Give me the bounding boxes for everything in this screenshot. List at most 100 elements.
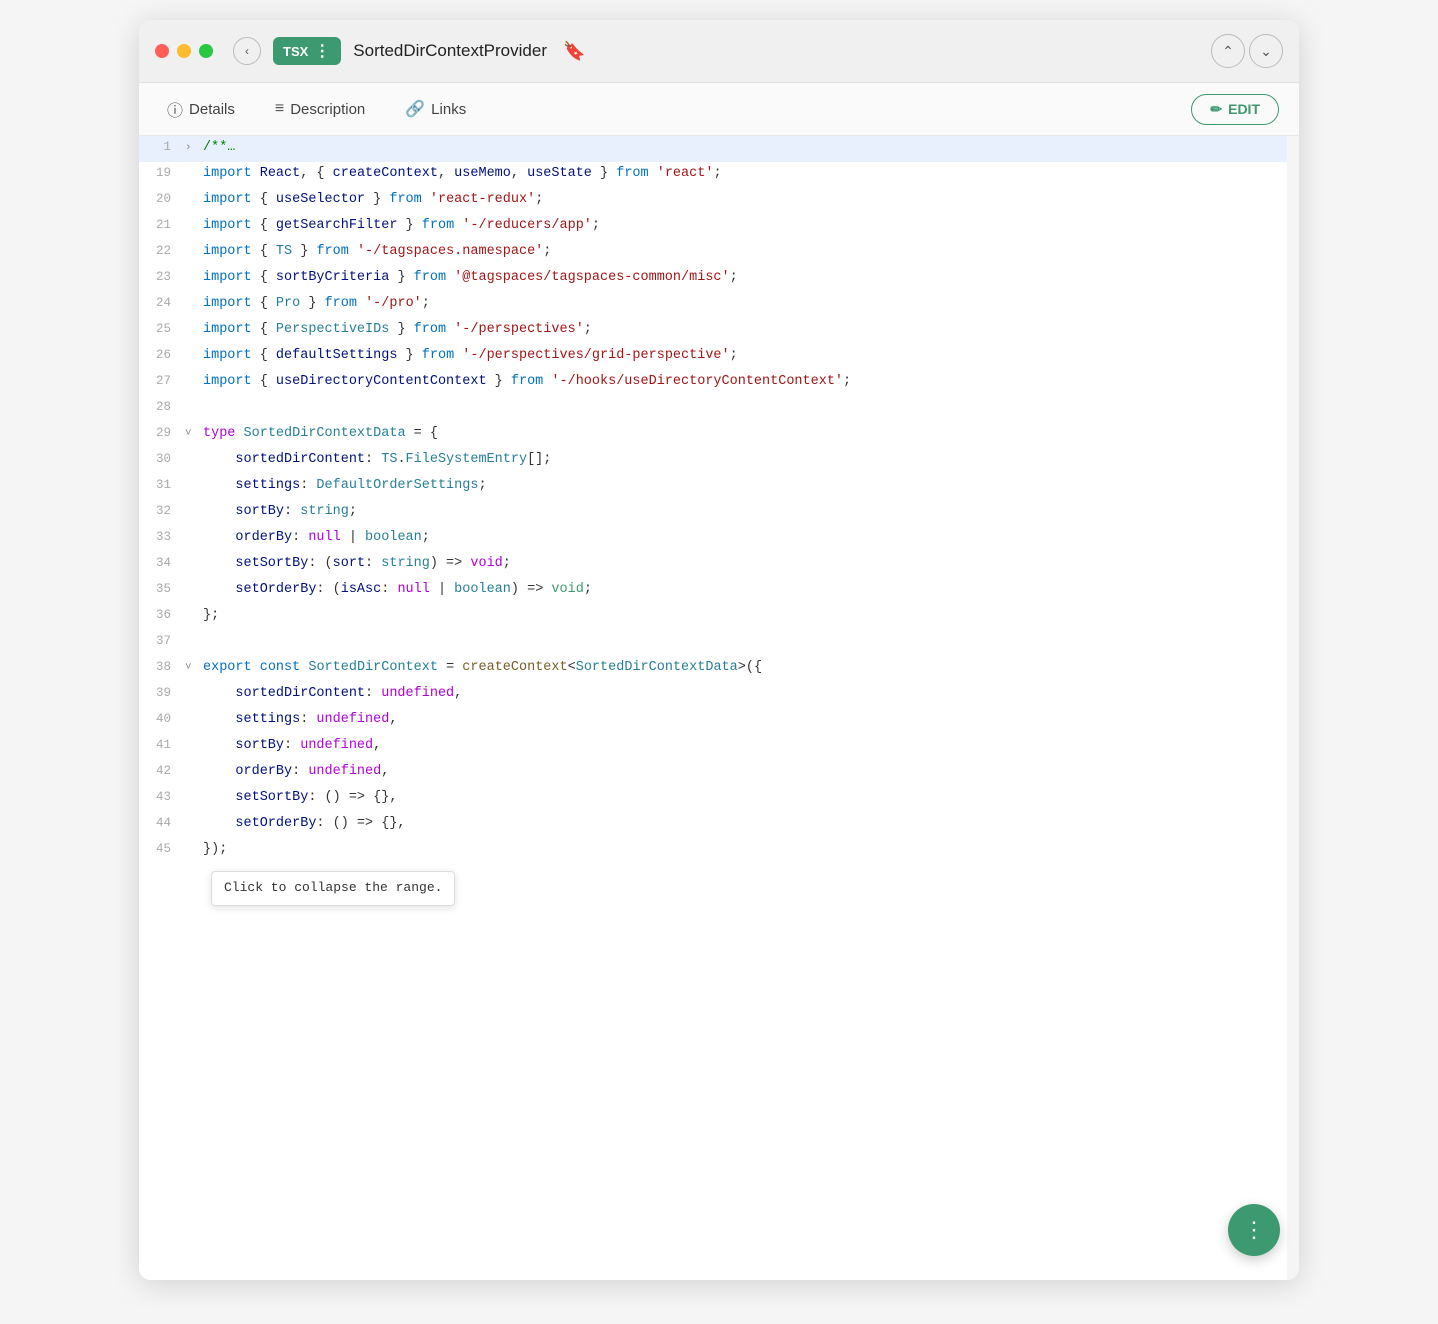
pencil-icon: ✏	[1210, 101, 1222, 118]
line-number: 44	[139, 813, 185, 833]
fold-toggle[interactable]: ˅	[185, 660, 199, 678]
toolbar: ⓘ Details ≡ Description 🔗 Links ✏ EDIT	[139, 83, 1299, 136]
line-content: settings: DefaultOrderSettings;	[199, 475, 1299, 497]
line-number: 21	[139, 215, 185, 235]
nav-arrows: ‹	[233, 37, 261, 65]
file-title: SortedDirContextProvider	[353, 41, 547, 61]
line-number: 20	[139, 189, 185, 209]
description-tab[interactable]: ≡ Description	[267, 96, 373, 122]
line-content: settings: undefined,	[199, 709, 1299, 731]
fold-toggle	[185, 452, 199, 470]
line-content: setSortBy: (sort: string) => void;	[199, 553, 1299, 575]
line-content: import { sortByCriteria } from '@tagspac…	[199, 267, 1299, 289]
fold-toggle	[185, 582, 199, 600]
vertical-scrollbar[interactable]	[1287, 136, 1299, 1280]
line-content: setOrderBy: () => {},	[199, 813, 1299, 835]
line-number: 38	[139, 657, 185, 677]
fold-toggle	[185, 244, 199, 262]
line-content: import { defaultSettings } from '-/persp…	[199, 345, 1299, 367]
back-button[interactable]: ‹	[233, 37, 261, 65]
fold-toggle	[185, 790, 199, 808]
file-type-badge[interactable]: TSX ⋮	[273, 37, 341, 65]
fold-toggle	[185, 270, 199, 288]
details-tab[interactable]: ⓘ Details	[159, 93, 243, 125]
navigate-up-button[interactable]: ⌃	[1211, 34, 1245, 68]
file-badge-menu-icon[interactable]: ⋮	[314, 41, 331, 61]
line-number: 1	[139, 137, 185, 157]
link-icon: 🔗	[405, 99, 425, 119]
code-line-19: 19 import React, { createContext, useMem…	[139, 162, 1299, 188]
code-line-43: 43 setSortBy: () => {},	[139, 786, 1299, 812]
code-line-36: 36 };	[139, 604, 1299, 630]
navigate-down-button[interactable]: ⌄	[1249, 34, 1283, 68]
bookmark-icon[interactable]: 🔖	[563, 41, 585, 62]
line-number: 33	[139, 527, 185, 547]
fold-toggle	[185, 686, 199, 704]
line-content: export const SortedDirContext = createCo…	[199, 657, 1299, 679]
edit-button[interactable]: ✏ EDIT	[1191, 94, 1279, 125]
code-line-22: 22 import { TS } from '-/tagspaces.names…	[139, 240, 1299, 266]
close-button[interactable]	[155, 44, 169, 58]
code-line-27: 27 import { useDirectoryContentContext }…	[139, 370, 1299, 396]
code-lines[interactable]: 1 › /**… 19 import React, { createContex…	[139, 136, 1299, 1280]
code-area: 1 › /**… 19 import React, { createContex…	[139, 136, 1299, 1280]
links-tab[interactable]: 🔗 Links	[397, 95, 474, 123]
tooltip-container: Click to collapse the range. 31 settings…	[139, 474, 1299, 500]
code-line-44: 44 setOrderBy: () => {},	[139, 812, 1299, 838]
fold-toggle[interactable]: ˅	[185, 426, 199, 444]
code-line-38: 38 ˅ export const SortedDirContext = cre…	[139, 656, 1299, 682]
code-line-35: 35 setOrderBy: (isAsc: null | boolean) =…	[139, 578, 1299, 604]
fold-toggle	[185, 322, 199, 340]
line-content: sortBy: undefined,	[199, 735, 1299, 757]
code-line-34: 34 setSortBy: (sort: string) => void;	[139, 552, 1299, 578]
fold-toggle	[185, 712, 199, 730]
line-content: orderBy: undefined,	[199, 761, 1299, 783]
minimize-button[interactable]	[177, 44, 191, 58]
code-line-23: 23 import { sortByCriteria } from '@tags…	[139, 266, 1299, 292]
details-label: Details	[189, 101, 235, 118]
maximize-button[interactable]	[199, 44, 213, 58]
code-line-31: 31 settings: DefaultOrderSettings;	[139, 474, 1299, 500]
line-number: 25	[139, 319, 185, 339]
edit-label: EDIT	[1228, 101, 1260, 117]
fold-toggle	[185, 192, 199, 210]
line-number: 34	[139, 553, 185, 573]
nav-up-down: ⌃ ⌄	[1211, 34, 1283, 68]
info-icon: ⓘ	[167, 97, 183, 121]
line-number: 42	[139, 761, 185, 781]
line-number: 36	[139, 605, 185, 625]
line-content: type SortedDirContextData = {	[199, 423, 1299, 445]
fold-toggle	[185, 530, 199, 548]
fab-icon: ⋮	[1243, 1217, 1265, 1243]
code-line-33: 33 orderBy: null | boolean;	[139, 526, 1299, 552]
fold-toggle	[185, 764, 199, 782]
line-number: 29	[139, 423, 185, 443]
fold-toggle	[185, 608, 199, 626]
fold-toggle	[185, 738, 199, 756]
line-content: import { TS } from '-/tagspaces.namespac…	[199, 241, 1299, 263]
line-content	[199, 397, 1299, 419]
line-number: 19	[139, 163, 185, 183]
line-number: 31	[139, 475, 185, 495]
code-line-29: 29 ˅ type SortedDirContextData = {	[139, 422, 1299, 448]
line-number: 43	[139, 787, 185, 807]
fold-toggle	[185, 400, 199, 418]
fold-toggle	[185, 374, 199, 392]
line-content: sortedDirContent: TS.FileSystemEntry[];	[199, 449, 1299, 471]
menu-icon: ≡	[275, 100, 284, 118]
fold-toggle[interactable]: ›	[185, 140, 199, 158]
fold-toggle	[185, 842, 199, 860]
line-number: 45	[139, 839, 185, 859]
fold-toggle	[185, 218, 199, 236]
line-content: sortBy: string;	[199, 501, 1299, 523]
traffic-lights	[155, 44, 213, 58]
fab-button[interactable]: ⋮	[1228, 1204, 1280, 1256]
code-line-40: 40 settings: undefined,	[139, 708, 1299, 734]
line-number: 22	[139, 241, 185, 261]
fold-toggle	[185, 348, 199, 366]
line-content: });	[199, 839, 1299, 861]
line-content: orderBy: null | boolean;	[199, 527, 1299, 549]
line-number: 37	[139, 631, 185, 651]
line-content: setOrderBy: (isAsc: null | boolean) => v…	[199, 579, 1299, 601]
line-number: 26	[139, 345, 185, 365]
